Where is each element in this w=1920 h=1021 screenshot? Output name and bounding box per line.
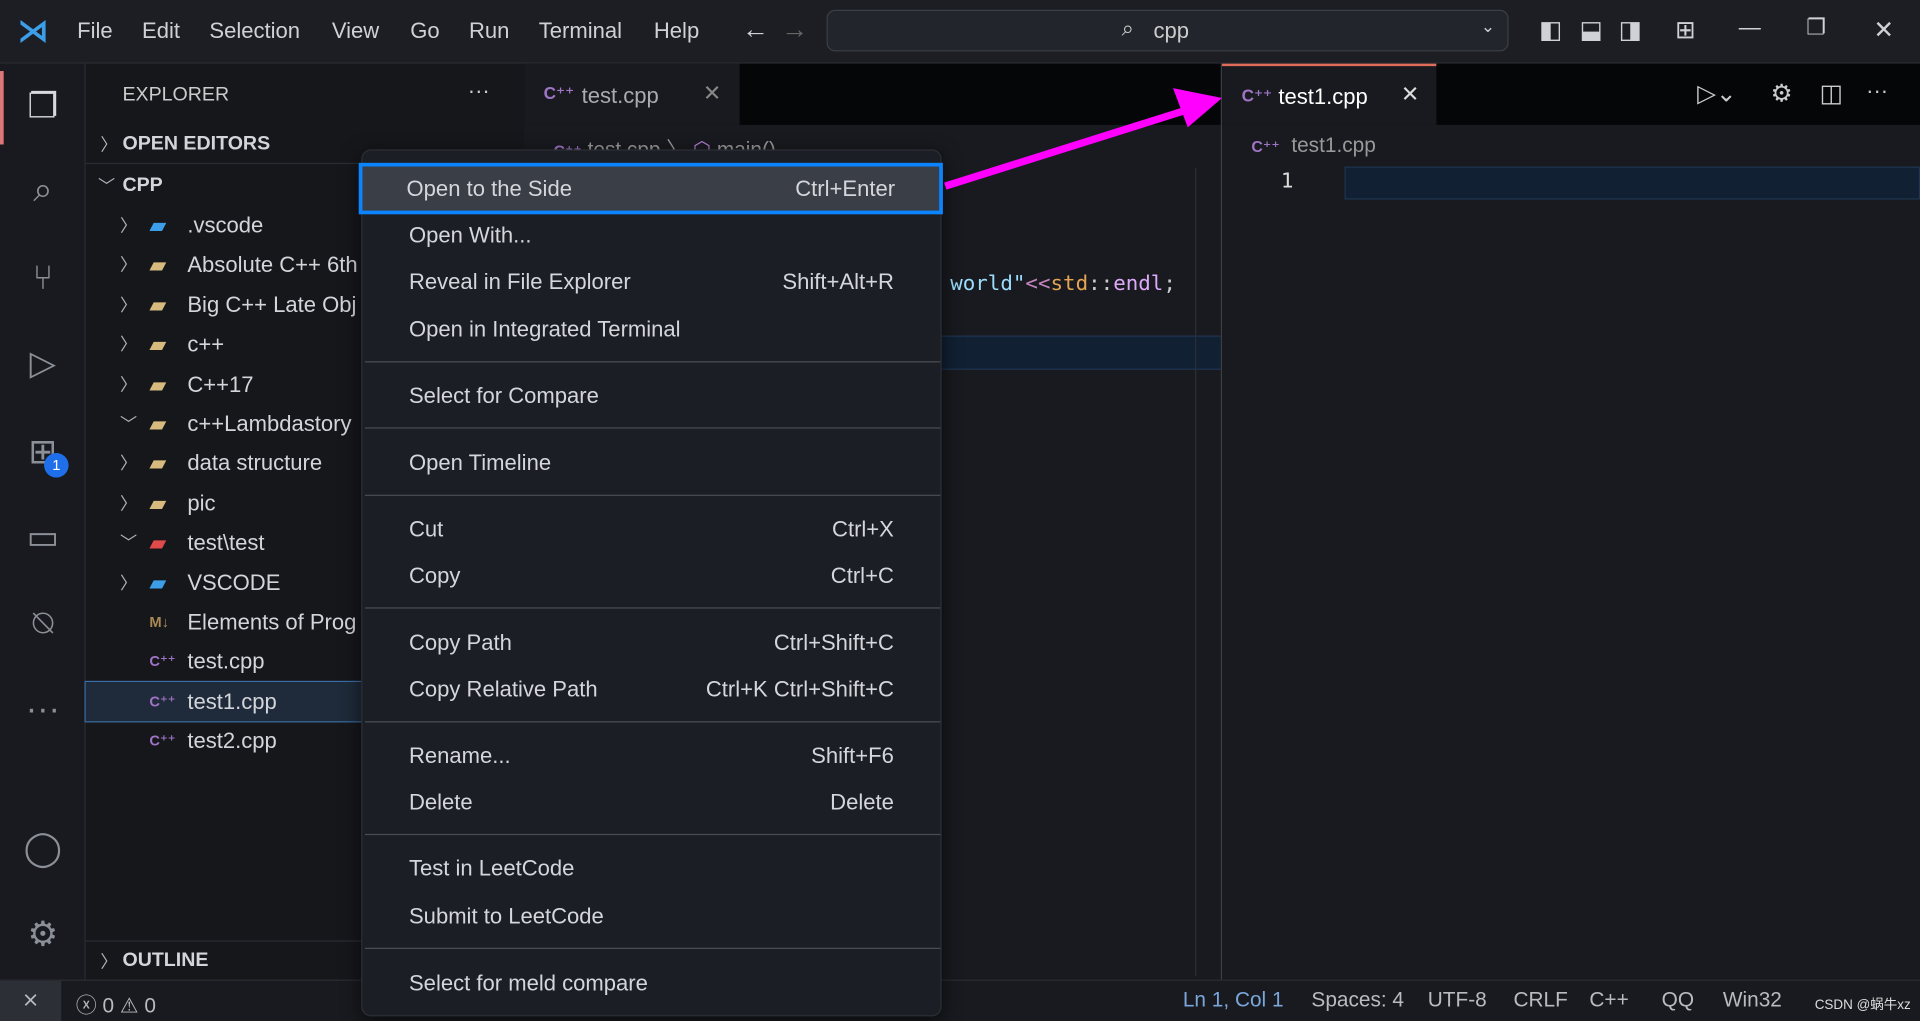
arrow-head <box>1173 88 1223 128</box>
annotation-arrow <box>944 88 1223 190</box>
arrow-shaft <box>944 104 1195 190</box>
